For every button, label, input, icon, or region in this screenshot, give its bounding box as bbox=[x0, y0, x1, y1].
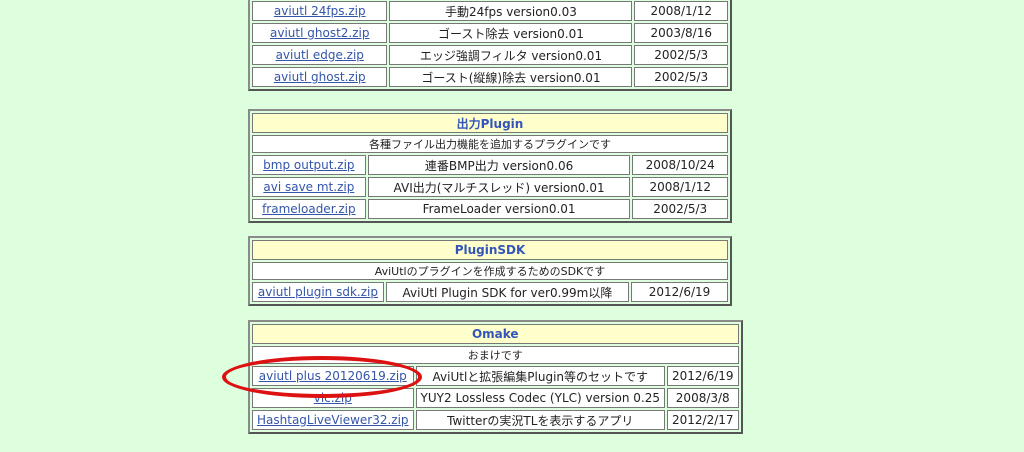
description-cell: FrameLoader version0.01 bbox=[367, 199, 631, 219]
section-title: Omake bbox=[252, 324, 739, 344]
file-cell: aviutl ghost.zip bbox=[252, 67, 388, 87]
date-cell: 2008/10/24 bbox=[632, 155, 728, 175]
download-link-aviutl-ghost2[interactable]: aviutl ghost2.zip bbox=[270, 26, 369, 40]
table-header-row: PluginSDK bbox=[252, 240, 728, 260]
date-cell: 2012/2/17 bbox=[666, 410, 739, 430]
table-header-row: 出力Plugin bbox=[252, 113, 728, 133]
section-title: PluginSDK bbox=[252, 240, 728, 260]
table-subtitle-row: おまけです bbox=[252, 346, 739, 364]
table-row: avi save mt.zip AVI出力(マルチスレッド) version0.… bbox=[252, 177, 728, 197]
date-cell: 2003/8/16 bbox=[634, 23, 728, 43]
download-link-aviutl-ghost[interactable]: aviutl ghost.zip bbox=[274, 70, 366, 84]
description-cell: ゴースト(縦線)除去 version0.01 bbox=[389, 67, 633, 87]
table-subtitle-row: AviUtlのプラグインを作成するためのSDKです bbox=[252, 262, 728, 280]
description-cell: YUY2 Lossless Codec (YLC) version 0.25 bbox=[415, 388, 665, 408]
section-description: AviUtlのプラグインを作成するためのSDKです bbox=[252, 262, 728, 280]
date-cell: 2002/5/3 bbox=[634, 45, 728, 65]
table-row: aviutl ghost.zip ゴースト(縦線)除去 version0.01 … bbox=[252, 67, 728, 87]
description-cell: AviUtl Plugin SDK for ver0.99m以降 bbox=[385, 282, 629, 302]
file-cell: aviutl plus 20120619.zip bbox=[252, 366, 414, 386]
table-row: frameloader.zip FrameLoader version0.01 … bbox=[252, 199, 728, 219]
section-title: 出力Plugin bbox=[252, 113, 728, 133]
section-description: おまけです bbox=[252, 346, 739, 364]
date-cell: 2002/5/3 bbox=[632, 199, 728, 219]
file-cell: bmp output.zip bbox=[252, 155, 366, 175]
table-subtitle-row: 各種ファイル出力機能を追加するプラグインです bbox=[252, 135, 728, 153]
download-link-vlc[interactable]: vlc.zip bbox=[314, 391, 352, 405]
table-row: bmp output.zip 連番BMP出力 version0.06 2008/… bbox=[252, 155, 728, 175]
filter-plugin-table: aviutl 24fps.zip 手動24fps version0.03 200… bbox=[248, 0, 732, 91]
download-link-aviutl-edge[interactable]: aviutl edge.zip bbox=[276, 48, 364, 62]
description-cell: ゴースト除去 version0.01 bbox=[389, 23, 633, 43]
download-link-bmp-output[interactable]: bmp output.zip bbox=[263, 158, 354, 172]
table-row: HashtagLiveViewer32.zip Twitterの実況TLを表示す… bbox=[252, 410, 739, 430]
download-link-aviutl-plugin-sdk[interactable]: aviutl plugin sdk.zip bbox=[258, 285, 378, 299]
date-cell: 2008/1/12 bbox=[634, 1, 728, 21]
description-cell: 手動24fps version0.03 bbox=[389, 1, 633, 21]
download-link-aviutl-24fps[interactable]: aviutl 24fps.zip bbox=[274, 4, 366, 18]
download-link-frameloader[interactable]: frameloader.zip bbox=[262, 202, 356, 216]
table-row: vlc.zip YUY2 Lossless Codec (YLC) versio… bbox=[252, 388, 739, 408]
plugin-sdk-table: PluginSDK AviUtlのプラグインを作成するためのSDKです aviu… bbox=[248, 236, 732, 306]
description-cell: エッジ強調フィルタ version0.01 bbox=[389, 45, 633, 65]
download-link-aviutl-plus[interactable]: aviutl plus 20120619.zip bbox=[259, 369, 407, 383]
description-cell: 連番BMP出力 version0.06 bbox=[367, 155, 631, 175]
table-row: aviutl edge.zip エッジ強調フィルタ version0.01 20… bbox=[252, 45, 728, 65]
section-description: 各種ファイル出力機能を追加するプラグインです bbox=[252, 135, 728, 153]
date-cell: 2008/1/12 bbox=[632, 177, 728, 197]
table-row: aviutl ghost2.zip ゴースト除去 version0.01 200… bbox=[252, 23, 728, 43]
download-link-hashtag-live-viewer[interactable]: HashtagLiveViewer32.zip bbox=[257, 413, 409, 427]
date-cell: 2008/3/8 bbox=[666, 388, 739, 408]
table-header-row: Omake bbox=[252, 324, 739, 344]
file-cell: aviutl 24fps.zip bbox=[252, 1, 388, 21]
date-cell: 2012/6/19 bbox=[631, 282, 728, 302]
download-link-avi-save-mt[interactable]: avi save mt.zip bbox=[263, 180, 354, 194]
file-cell: aviutl plugin sdk.zip bbox=[252, 282, 384, 302]
date-cell: 2012/6/19 bbox=[666, 366, 739, 386]
table-row: aviutl plus 20120619.zip AviUtlと拡張編集Plug… bbox=[252, 366, 739, 386]
table-row: aviutl 24fps.zip 手動24fps version0.03 200… bbox=[252, 1, 728, 21]
description-cell: AVI出力(マルチスレッド) version0.01 bbox=[367, 177, 631, 197]
description-cell: AviUtlと拡張編集Plugin等のセットです bbox=[415, 366, 665, 386]
table-row: aviutl plugin sdk.zip AviUtl Plugin SDK … bbox=[252, 282, 728, 302]
file-cell: aviutl ghost2.zip bbox=[252, 23, 388, 43]
output-plugin-table: 出力Plugin 各種ファイル出力機能を追加するプラグインです bmp outp… bbox=[248, 109, 732, 223]
description-cell: Twitterの実況TLを表示するアプリ bbox=[415, 410, 665, 430]
date-cell: 2002/5/3 bbox=[634, 67, 728, 87]
omake-table: Omake おまけです aviutl plus 20120619.zip Avi… bbox=[248, 320, 743, 434]
file-cell: HashtagLiveViewer32.zip bbox=[252, 410, 414, 430]
file-cell: aviutl edge.zip bbox=[252, 45, 388, 65]
file-cell: avi save mt.zip bbox=[252, 177, 366, 197]
file-cell: frameloader.zip bbox=[252, 199, 366, 219]
file-cell: vlc.zip bbox=[252, 388, 414, 408]
